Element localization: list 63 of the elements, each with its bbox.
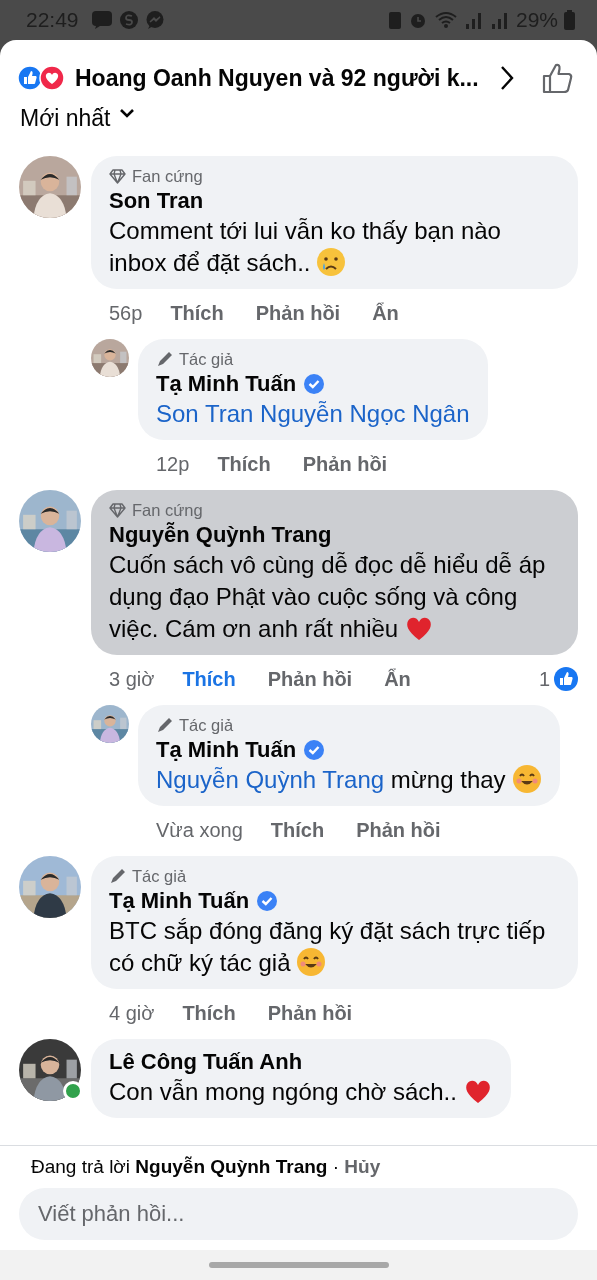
diamond-icon: [109, 502, 126, 518]
like-icon: [554, 667, 578, 691]
badge-label: Fan cứng: [132, 166, 203, 186]
comment-time: 12p: [156, 452, 190, 476]
smiling-face-icon: [296, 947, 327, 977]
badge-label: Tác giả: [179, 349, 234, 369]
comment-time: Vừa xong: [156, 818, 243, 842]
messenger-icon: [144, 10, 165, 30]
smiling-face-icon: [511, 764, 542, 794]
like-link[interactable]: Thích: [270, 818, 325, 842]
commenter-name[interactable]: Tạ Minh Tuấn: [156, 737, 297, 763]
reply-input-field[interactable]: Viết phản hồi...: [19, 1188, 578, 1240]
hide-link[interactable]: Ẩn: [384, 667, 411, 691]
crying-face-icon: [316, 247, 347, 277]
commenter-name[interactable]: Lê Công Tuấn Anh: [109, 1049, 303, 1075]
reactions-summary[interactable]: Hoang Oanh Nguyen và 92 người k...: [75, 64, 479, 92]
comment-text: BTC sắp đóng đăng ký đặt sách trực tiếp có chữ ký tác giả: [109, 916, 547, 979]
commenter-name[interactable]: Tạ Minh Tuấn: [109, 888, 250, 914]
thumbs-up-icon: [541, 61, 575, 95]
battery-icon: [564, 10, 575, 30]
pen-icon: [156, 716, 173, 734]
commenter-name[interactable]: Tạ Minh Tuấn: [156, 371, 297, 397]
comment-text: Con vẫn mong ngóng chờ sách..: [109, 1076, 493, 1108]
badge-label: Tác giả: [132, 866, 187, 886]
reply-link[interactable]: Phản hồi: [267, 1001, 353, 1025]
comment-time: 4 giờ: [109, 1001, 155, 1025]
diamond-icon: [109, 168, 126, 184]
badge-label: Fan cứng: [132, 500, 203, 520]
pen-icon: [109, 867, 126, 885]
like-icon: [17, 65, 43, 91]
badge-label: Tác giả: [179, 715, 234, 735]
comment-text: Cuốn sách vô cùng dễ đọc dễ hiểu dễ áp dụng đạo Phật vào cuộc sống và công việc. Cám ơn anh rất nhiều: [109, 550, 547, 645]
wifi-icon: [433, 10, 458, 30]
comment-time: 3 giờ: [109, 667, 155, 691]
like-link[interactable]: Thích: [170, 301, 224, 325]
reply-link[interactable]: Phản hồi: [302, 452, 388, 476]
circle-app-icon: [118, 10, 139, 30]
signal-icon: [489, 10, 510, 30]
reply-link[interactable]: Phản hồi: [356, 818, 441, 842]
chevron-right-icon: [498, 65, 515, 91]
mention-link[interactable]: Son Tran Nguyễn Ngọc Ngân: [156, 400, 470, 427]
commenter-name[interactable]: Nguyễn Quỳnh Trang: [109, 522, 332, 548]
signal-icon: [463, 10, 484, 30]
comment-text: Nguyễn Quỳnh Trang mừng thay: [156, 764, 542, 796]
cancel-link[interactable]: Hủy: [344, 1156, 381, 1177]
commenter-name[interactable]: Son Tran: [109, 188, 204, 214]
comment-text: Comment tới lui vẫn ko thấy bạn nào inbox để đặt sách..: [109, 216, 502, 279]
comment-time: 56p: [109, 301, 143, 325]
reaction-count: 1: [538, 667, 550, 691]
like-link[interactable]: Thích: [217, 452, 271, 476]
chat-app-icon: [90, 10, 113, 30]
replying-to-text: Đang trả lời Nguyễn Quỳnh Trang · Hủy: [31, 1156, 382, 1178]
reply-link[interactable]: Phản hồi: [267, 667, 353, 691]
like-link[interactable]: Thích: [182, 1001, 236, 1025]
sort-label[interactable]: Mới nhất: [20, 104, 111, 132]
reply-link[interactable]: Phản hồi: [255, 301, 341, 325]
home-handle[interactable]: [208, 1262, 389, 1268]
pen-icon: [156, 350, 173, 368]
chevron-down-icon: [118, 108, 135, 118]
hide-link[interactable]: Ẩn: [372, 301, 399, 325]
mention-link[interactable]: Nguyễn Quỳnh Trang: [156, 766, 385, 793]
battery-saver-icon: [387, 10, 402, 30]
like-link[interactable]: Thích: [182, 667, 236, 691]
